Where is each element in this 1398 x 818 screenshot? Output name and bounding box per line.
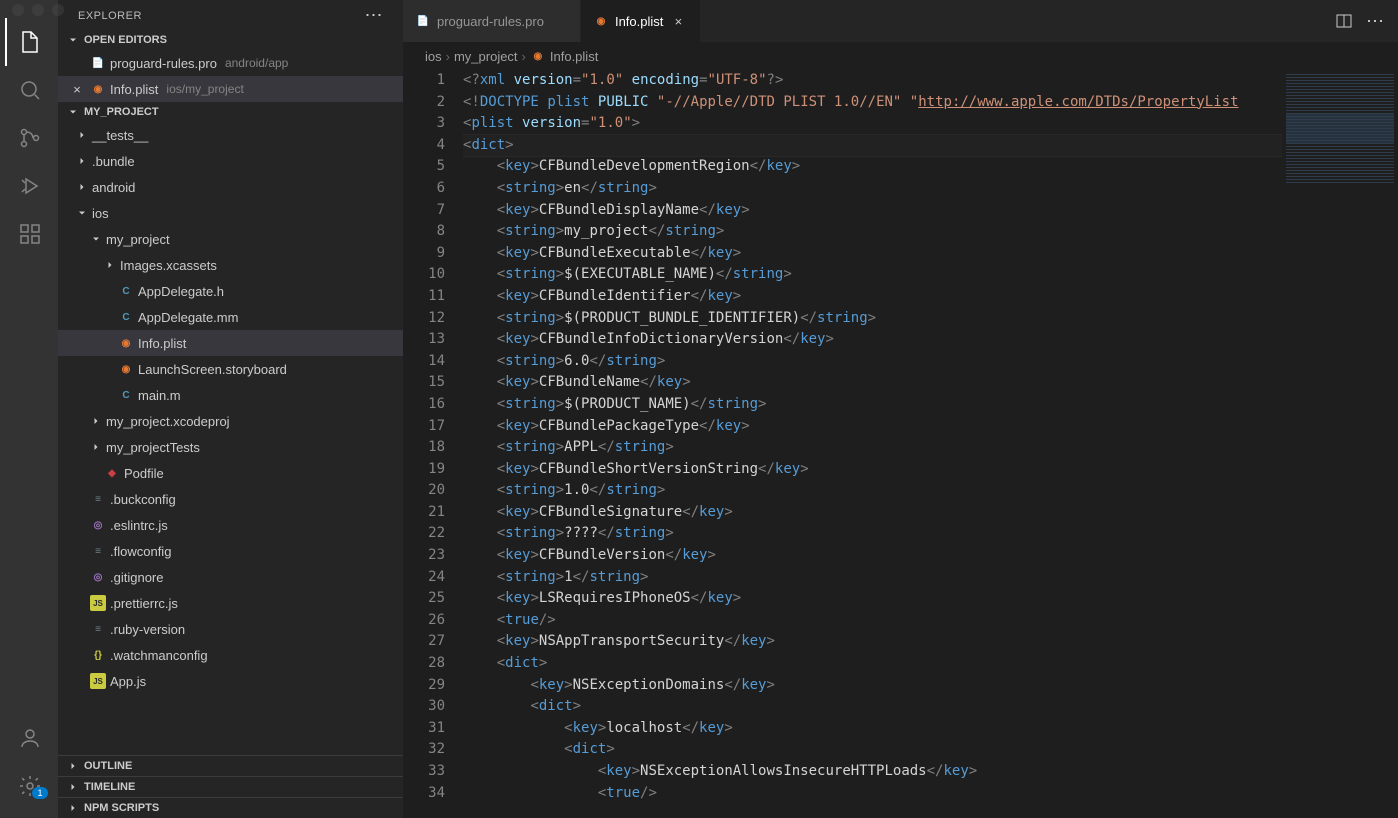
activity-explorer-icon[interactable] bbox=[5, 18, 53, 66]
more-actions-icon[interactable]: ⋯ bbox=[1366, 11, 1384, 32]
chevron-right-icon bbox=[90, 415, 102, 427]
file-icon: {} bbox=[90, 647, 106, 663]
file-icon: C bbox=[118, 309, 134, 325]
folder-item[interactable]: my_project.xcodeproj bbox=[58, 408, 403, 434]
activity-account-icon[interactable] bbox=[5, 714, 53, 762]
file-icon: ◉ bbox=[118, 335, 134, 351]
file-item[interactable]: ≡.flowconfig bbox=[58, 538, 403, 564]
open-editors-list: 📄proguard-rules.proandroid/app×◉Info.pli… bbox=[58, 50, 403, 102]
file-tree: __tests__.bundleandroidiosmy_projectImag… bbox=[58, 122, 403, 755]
activity-bar: 1 bbox=[0, 0, 58, 818]
line-numbers: 1234567891011121314151617181920212223242… bbox=[403, 70, 463, 818]
tab-bar: 📄proguard-rules.pro◉Info.plist× ⋯ bbox=[403, 0, 1398, 42]
breadcrumb[interactable]: ios › my_project › ◉ Info.plist bbox=[403, 42, 1398, 70]
folder-item[interactable]: __tests__ bbox=[58, 122, 403, 148]
sidebar-more-icon[interactable]: ⋯ bbox=[365, 10, 384, 22]
file-item[interactable]: ◆Podfile bbox=[58, 460, 403, 486]
folder-item[interactable]: android bbox=[58, 174, 403, 200]
close-icon[interactable]: × bbox=[70, 82, 84, 97]
code-editor[interactable]: <?xml version="1.0" encoding="UTF-8"?><!… bbox=[463, 70, 1282, 818]
file-item[interactable]: ◎.gitignore bbox=[58, 564, 403, 590]
minimize-dot[interactable] bbox=[32, 4, 44, 16]
file-item[interactable]: ◎.eslintrc.js bbox=[58, 512, 403, 538]
file-item[interactable]: ◉LaunchScreen.storyboard bbox=[58, 356, 403, 382]
folder-item[interactable]: .bundle bbox=[58, 148, 403, 174]
window-controls[interactable] bbox=[12, 4, 64, 16]
sidebar: EXPLORER ⋯ OPEN EDITORS 📄proguard-rules.… bbox=[58, 0, 403, 818]
chevron-down-icon bbox=[66, 34, 80, 46]
file-icon: ≡ bbox=[90, 621, 106, 637]
activity-debug-icon[interactable] bbox=[5, 162, 53, 210]
chevron-right-icon bbox=[66, 781, 80, 793]
activity-search-icon[interactable] bbox=[5, 66, 53, 114]
sidebar-title: EXPLORER bbox=[78, 10, 142, 22]
breadcrumb-segment[interactable]: my_project bbox=[454, 49, 518, 64]
chevron-down-icon bbox=[90, 233, 102, 245]
file-item[interactable]: Cmain.m bbox=[58, 382, 403, 408]
file-icon: 📄 bbox=[415, 13, 431, 29]
file-item[interactable]: ◉Info.plist bbox=[58, 330, 403, 356]
chevron-down-icon bbox=[76, 207, 88, 219]
file-icon: ◉ bbox=[530, 48, 546, 64]
chevron-right-icon: › bbox=[446, 49, 450, 64]
split-editor-icon[interactable] bbox=[1336, 13, 1352, 29]
file-item[interactable]: ≡.ruby-version bbox=[58, 616, 403, 642]
breadcrumb-segment[interactable]: Info.plist bbox=[550, 49, 598, 64]
chevron-right-icon: › bbox=[522, 49, 526, 64]
activity-extensions-icon[interactable] bbox=[5, 210, 53, 258]
project-header[interactable]: MY_PROJECT bbox=[58, 102, 403, 122]
editor-area: 📄proguard-rules.pro◉Info.plist× ⋯ ios›my… bbox=[403, 0, 1398, 818]
file-icon: ◉ bbox=[90, 81, 106, 97]
chevron-right-icon bbox=[76, 181, 88, 193]
open-editors-header[interactable]: OPEN EDITORS bbox=[58, 30, 403, 50]
tab[interactable]: ◉Info.plist× bbox=[581, 0, 701, 42]
file-icon: ◉ bbox=[593, 13, 609, 29]
file-item[interactable]: JS.prettierrc.js bbox=[58, 590, 403, 616]
file-icon: ◉ bbox=[118, 361, 134, 377]
chevron-right-icon bbox=[104, 259, 116, 271]
file-item[interactable]: CAppDelegate.mm bbox=[58, 304, 403, 330]
file-icon: C bbox=[118, 387, 134, 403]
file-icon: ◎ bbox=[90, 517, 106, 533]
close-dot[interactable] bbox=[12, 4, 24, 16]
file-icon: 📄 bbox=[90, 55, 106, 71]
outline-header[interactable]: OUTLINE bbox=[58, 755, 403, 776]
tab[interactable]: 📄proguard-rules.pro bbox=[403, 0, 581, 42]
folder-item[interactable]: Images.xcassets bbox=[58, 252, 403, 278]
breadcrumb-segment[interactable]: ios bbox=[425, 49, 442, 64]
open-editor-item[interactable]: ×◉Info.plistios/my_project bbox=[58, 76, 403, 102]
file-icon: ◆ bbox=[104, 465, 120, 481]
file-icon: ≡ bbox=[90, 543, 106, 559]
file-icon: ◎ bbox=[90, 569, 106, 585]
settings-badge: 1 bbox=[32, 787, 47, 799]
chevron-down-icon bbox=[66, 106, 80, 118]
folder-item[interactable]: my_project bbox=[58, 226, 403, 252]
chevron-right-icon bbox=[76, 155, 88, 167]
file-item[interactable]: {}.watchmanconfig bbox=[58, 642, 403, 668]
zoom-dot[interactable] bbox=[52, 4, 64, 16]
file-item[interactable]: JSApp.js bbox=[58, 668, 403, 694]
activity-settings-icon[interactable]: 1 bbox=[5, 762, 53, 810]
chevron-right-icon bbox=[90, 441, 102, 453]
chevron-right-icon bbox=[66, 760, 80, 772]
chevron-right-icon bbox=[76, 129, 88, 141]
npm-scripts-header[interactable]: NPM SCRIPTS bbox=[58, 797, 403, 818]
close-icon[interactable]: × bbox=[669, 14, 687, 29]
folder-item[interactable]: ios bbox=[58, 200, 403, 226]
open-editor-item[interactable]: 📄proguard-rules.proandroid/app bbox=[58, 50, 403, 76]
folder-item[interactable]: my_projectTests bbox=[58, 434, 403, 460]
file-icon: ≡ bbox=[90, 491, 106, 507]
file-icon: C bbox=[118, 283, 134, 299]
file-item[interactable]: ≡.buckconfig bbox=[58, 486, 403, 512]
minimap[interactable] bbox=[1282, 70, 1398, 818]
tab-actions: ⋯ bbox=[1322, 0, 1398, 42]
chevron-right-icon bbox=[66, 802, 80, 814]
file-icon: JS bbox=[90, 673, 106, 689]
timeline-header[interactable]: TIMELINE bbox=[58, 776, 403, 797]
file-icon: JS bbox=[90, 595, 106, 611]
file-item[interactable]: CAppDelegate.h bbox=[58, 278, 403, 304]
activity-source-control-icon[interactable] bbox=[5, 114, 53, 162]
